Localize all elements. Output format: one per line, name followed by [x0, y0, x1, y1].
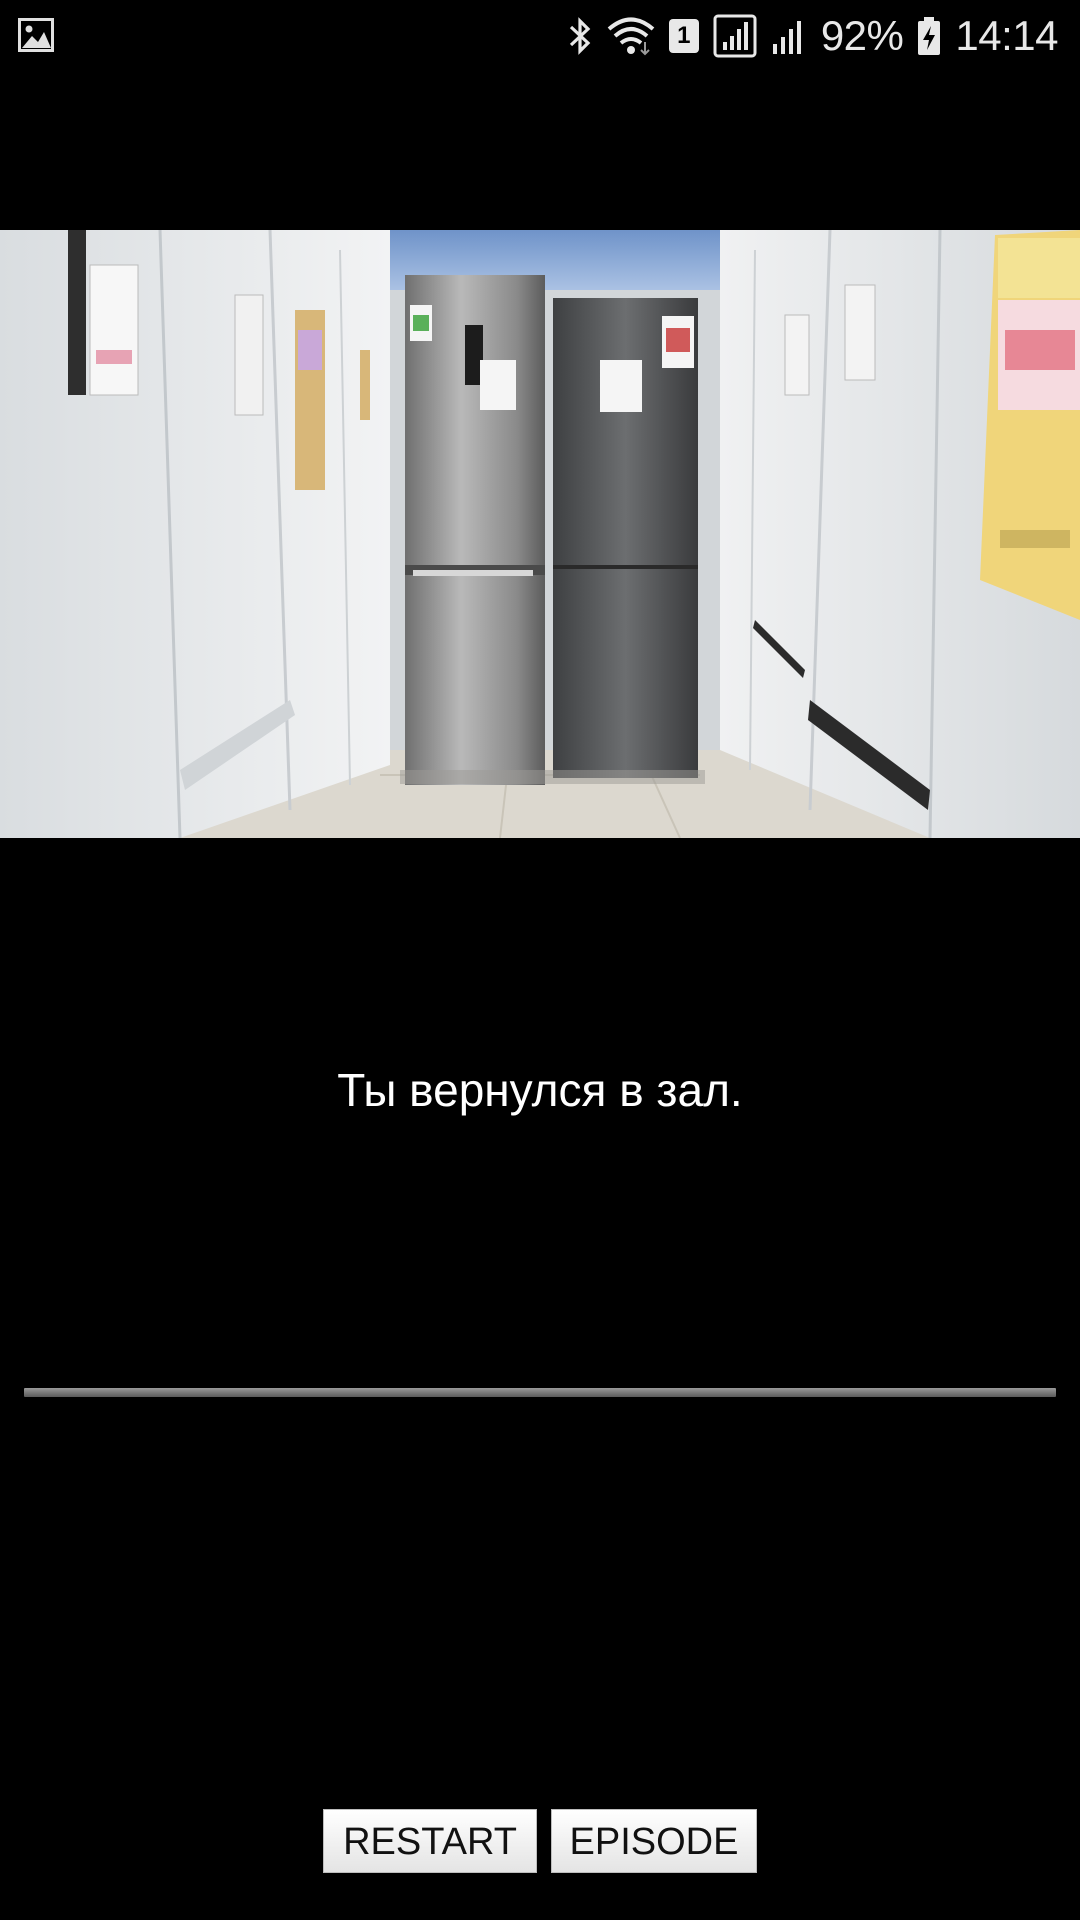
clock: 14:14 [955, 12, 1058, 59]
scene-image [0, 230, 1080, 838]
image-notification-icon [18, 18, 54, 52]
status-bar: 1 92% 14:14 [0, 0, 1080, 72]
wifi-icon [607, 17, 655, 56]
restart-button[interactable]: RESTART [323, 1809, 537, 1873]
divider [24, 1388, 1056, 1397]
store-aisle-refrigerators [0, 230, 1080, 838]
episode-button[interactable]: EPISODE [551, 1809, 757, 1873]
status-icons: 1 92% 14:14 [567, 8, 1058, 64]
bluetooth-icon [569, 17, 591, 55]
battery-charging-icon [918, 17, 941, 55]
signal-icon [713, 14, 757, 58]
narration-text: Ты вернулся в зал. [337, 1064, 743, 1116]
sim-slot-icon: 1 [668, 19, 699, 53]
battery-percent: 92% [820, 12, 904, 59]
signal-icon-2 [772, 21, 801, 54]
